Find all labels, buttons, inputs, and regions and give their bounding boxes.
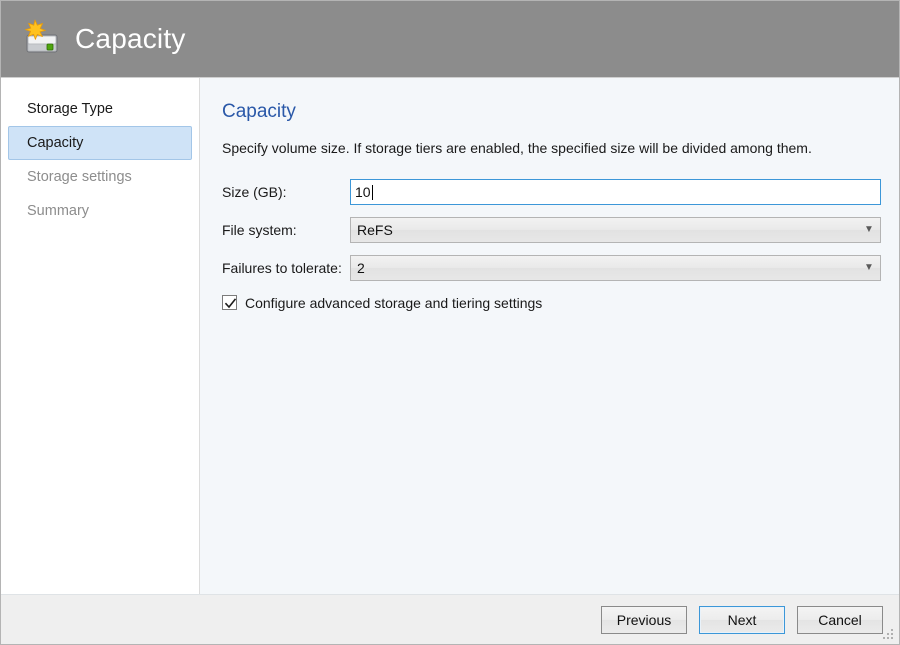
failures-to-tolerate-label: Failures to tolerate: <box>222 261 350 275</box>
previous-button[interactable]: Previous <box>601 606 687 634</box>
file-system-field-row: File system: ReFS ▼ <box>222 217 881 243</box>
storage-drive-new-icon <box>19 17 63 61</box>
sidebar-item-storage-settings[interactable]: Storage settings <box>8 160 192 194</box>
advanced-settings-checkbox[interactable] <box>222 295 237 310</box>
sidebar-item-label: Storage settings <box>27 169 132 185</box>
size-field-row: Size (GB): 10 <box>222 179 881 205</box>
failures-to-tolerate-select[interactable]: 2 ▼ <box>350 255 881 281</box>
advanced-settings-checkbox-label: Configure advanced storage and tiering s… <box>245 296 542 310</box>
advanced-settings-checkbox-row[interactable]: Configure advanced storage and tiering s… <box>222 295 881 310</box>
window-title: Capacity <box>75 25 186 53</box>
page-title: Capacity <box>222 102 881 123</box>
chevron-down-icon: ▼ <box>858 263 880 273</box>
window-body: Storage Type Capacity Storage settings S… <box>1 77 899 594</box>
sidebar-item-label: Capacity <box>27 135 83 151</box>
cancel-button[interactable]: Cancel <box>797 606 883 634</box>
capacity-wizard-window: Capacity Storage Type Capacity Storage s… <box>0 0 900 645</box>
sidebar-item-storage-type[interactable]: Storage Type <box>8 92 192 126</box>
window-titlebar: Capacity <box>1 1 899 77</box>
checkmark-icon <box>224 297 237 310</box>
file-system-label: File system: <box>222 223 350 237</box>
wizard-footer: Previous Next Cancel <box>1 594 899 644</box>
sidebar-item-capacity[interactable]: Capacity <box>8 126 192 160</box>
failures-to-tolerate-field-row: Failures to tolerate: 2 ▼ <box>222 255 881 281</box>
resize-grip-icon[interactable] <box>882 628 895 641</box>
wizard-steps-sidebar: Storage Type Capacity Storage settings S… <box>1 78 200 594</box>
size-input-value: 10 <box>355 184 371 200</box>
page-description: Specify volume size. If storage tiers ar… <box>222 139 881 157</box>
sidebar-item-label: Storage Type <box>27 101 113 117</box>
file-system-select[interactable]: ReFS ▼ <box>350 217 881 243</box>
text-caret <box>372 185 373 200</box>
chevron-down-icon: ▼ <box>858 225 880 235</box>
file-system-value: ReFS <box>351 223 858 237</box>
size-input[interactable]: 10 <box>350 179 881 205</box>
sidebar-item-label: Summary <box>27 203 89 219</box>
size-label: Size (GB): <box>222 185 350 199</box>
next-button[interactable]: Next <box>699 606 785 634</box>
main-content-pane: Capacity Specify volume size. If storage… <box>200 78 899 594</box>
failures-to-tolerate-value: 2 <box>351 261 858 275</box>
sidebar-item-summary[interactable]: Summary <box>8 194 192 228</box>
